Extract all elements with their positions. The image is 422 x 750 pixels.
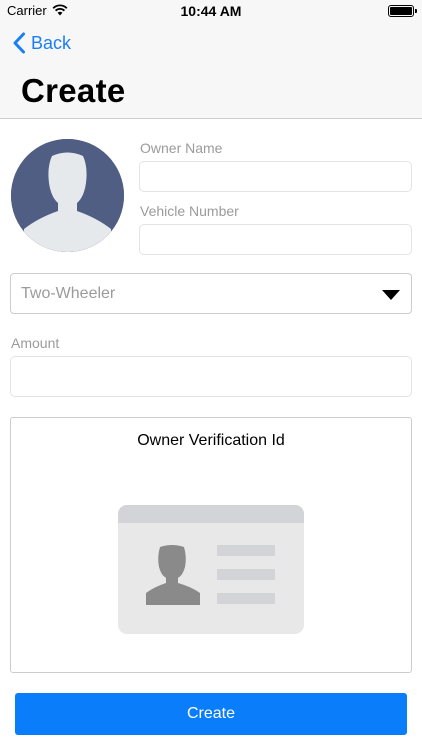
avatar-placeholder-icon [11,139,124,252]
battery-icon [388,5,417,17]
dropdown-arrow-icon [382,290,400,300]
amount-field[interactable] [10,356,412,397]
create-button[interactable]: Create [15,693,407,735]
owner-name-label: Owner Name [140,140,223,156]
amount-label: Amount [11,335,60,351]
vehicle-number-label: Vehicle Number [140,203,239,219]
vehicle-type-select[interactable]: Two-Wheeler [10,273,412,314]
back-chevron-icon [13,32,25,54]
navigation-bar: Back Create [0,22,422,119]
vehicle-number-field[interactable] [139,224,412,255]
status-time: 10:44 AM [180,3,242,19]
page-title: Create [21,72,126,109]
avatar[interactable] [11,139,124,252]
id-card-icon [118,505,304,634]
verification-title: Owner Verification Id [137,432,285,449]
owner-verification-upload[interactable]: Owner Verification Id [10,417,412,673]
vehicle-type-value: Two-Wheeler [21,285,116,302]
owner-name-field[interactable] [139,161,412,192]
status-bar: Carrier 10:44 AM [0,0,422,22]
back-label: Back [31,32,72,53]
back-button[interactable]: Back [12,32,71,54]
